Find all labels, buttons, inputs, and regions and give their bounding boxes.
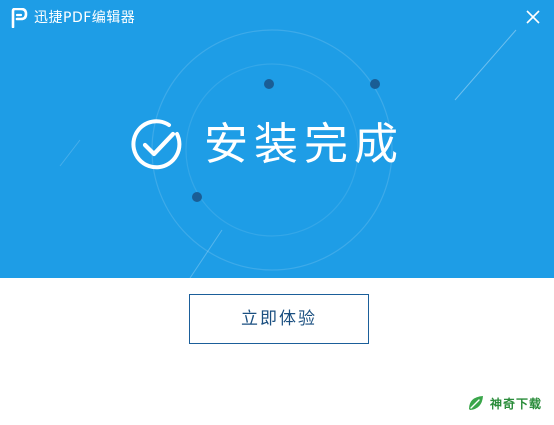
orbit-dot [264,79,274,89]
close-icon[interactable] [522,6,544,28]
header-banner: 迅捷PDF编辑器 安装完成 [0,0,554,278]
watermark-text: 神奇下载 [490,396,543,411]
check-circle-icon [131,119,182,170]
window-title: 迅捷PDF编辑器 [34,10,136,26]
install-status: 安装完成 [128,112,404,178]
leaf-icon [469,396,483,410]
installer-window: 迅捷PDF编辑器 安装完成 立即体验 神奇下载 [0,0,554,425]
orbit-dot [192,192,202,202]
pdf-logo-icon [11,8,28,28]
title-bar[interactable]: 迅捷PDF编辑器 [0,0,554,36]
watermark-logo: 神奇下载 [466,391,544,415]
orbit-dot [370,79,380,89]
install-complete-text: 安装完成 [204,119,404,170]
start-now-button[interactable]: 立即体验 [189,294,369,344]
